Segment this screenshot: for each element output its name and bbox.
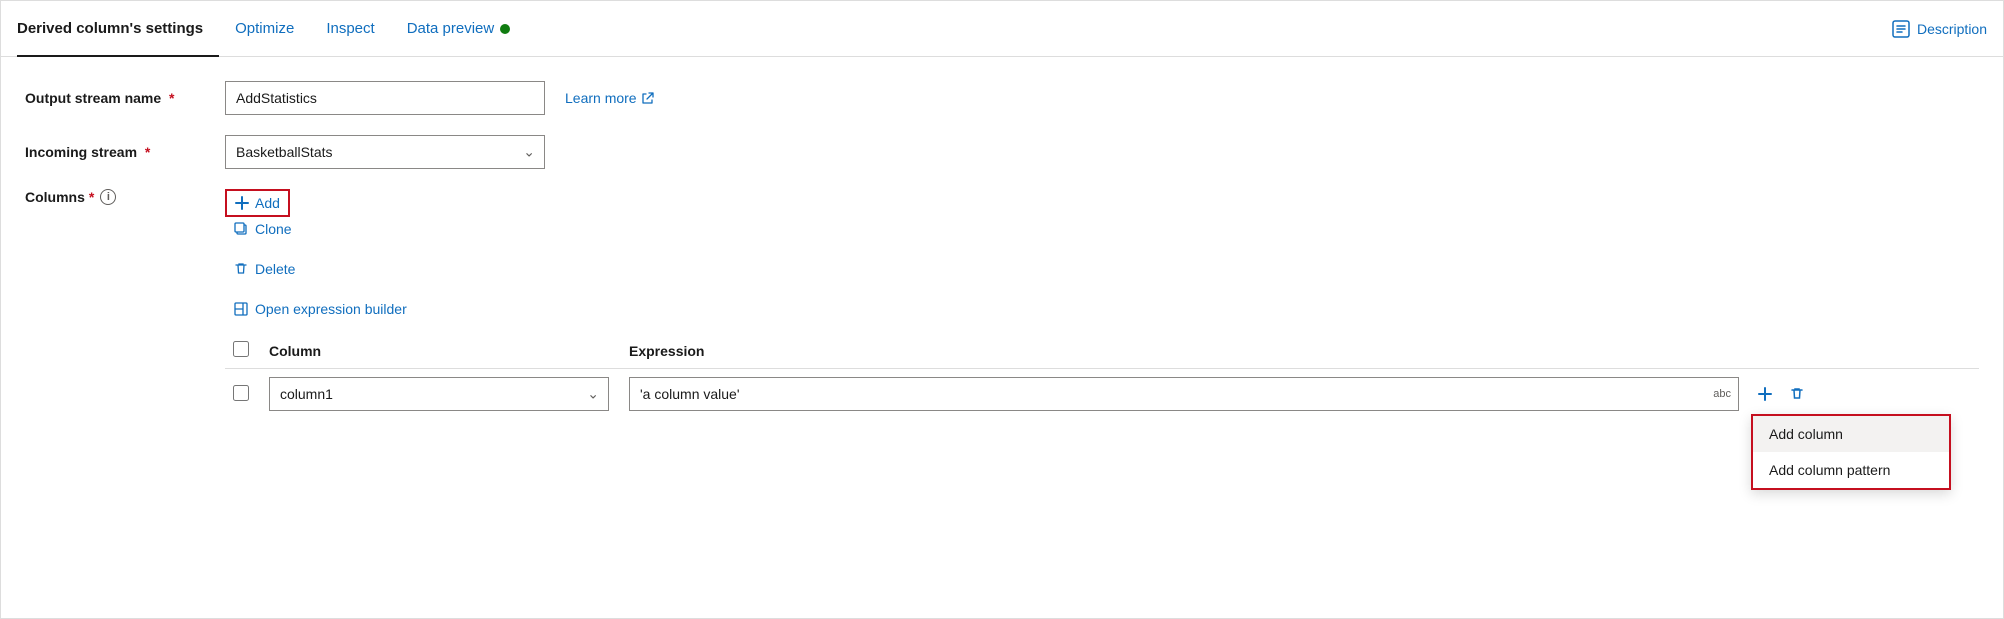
add-icon (235, 196, 249, 210)
output-stream-label: Output stream name * (25, 90, 225, 106)
columns-content: Add Clone (225, 189, 1979, 419)
header-column: Column (261, 333, 621, 369)
header-checkbox-cell (225, 333, 261, 369)
main-content: Output stream name * Learn more Incoming… (1, 57, 2003, 463)
clone-icon (233, 221, 249, 237)
header-expression: Expression (621, 333, 1979, 369)
row-column-cell: column1 ⌄ (261, 369, 621, 420)
columns-table: Column Expression (225, 333, 1979, 419)
tab-settings[interactable]: Derived column's settings (17, 1, 219, 57)
tab-datapreview[interactable]: Data preview (391, 1, 527, 57)
row-expression-cell: abc (621, 369, 1979, 420)
tab-inspect[interactable]: Inspect (310, 1, 390, 57)
add-button[interactable]: Add (227, 191, 288, 215)
toolbar-area: Add Clone (225, 189, 1979, 321)
row-add-button[interactable] (1751, 382, 1779, 406)
table-row: column1 ⌄ abc (225, 369, 1979, 420)
incoming-stream-select[interactable]: BasketballStats (225, 135, 545, 169)
expression-input-wrapper: abc (629, 377, 1739, 411)
columns-label: Columns * i (25, 189, 225, 205)
expression-cell: abc (629, 377, 1971, 411)
add-column-pattern-option[interactable]: Add column pattern (1753, 452, 1949, 488)
incoming-stream-label: Incoming stream * (25, 144, 225, 160)
row-actions: Add column Add column pattern (1751, 382, 1971, 406)
tab-optimize-label: Optimize (235, 20, 294, 37)
delete-button[interactable]: Delete (225, 257, 303, 281)
incoming-stream-row: Incoming stream * BasketballStats ⌄ (25, 135, 1979, 169)
app-container: Derived column's settings Optimize Inspe… (0, 0, 2004, 619)
tab-inspect-label: Inspect (326, 20, 374, 37)
columns-info-icon[interactable]: i (100, 189, 116, 205)
learn-more-link[interactable]: Learn more (565, 90, 655, 106)
row-delete-icon (1789, 386, 1805, 402)
row-add-icon (1757, 386, 1773, 402)
column-name-select[interactable]: column1 (269, 377, 609, 411)
select-all-checkbox[interactable] (233, 341, 249, 357)
description-button[interactable]: Description (1891, 19, 1987, 39)
description-icon (1891, 19, 1911, 39)
tab-datapreview-label: Data preview (407, 20, 495, 37)
toolbar: Add (225, 189, 290, 217)
row-delete-button[interactable] (1783, 382, 1811, 406)
expression-input[interactable] (629, 377, 1739, 411)
row-actions-dropdown: Add column Add column pattern (1751, 414, 1951, 490)
column-select-wrapper: column1 ⌄ (269, 377, 609, 411)
row-checkbox[interactable] (233, 385, 249, 401)
external-link-icon (641, 91, 655, 105)
output-stream-row: Output stream name * Learn more (25, 81, 1979, 115)
data-preview-dot (500, 24, 510, 34)
table-header-row: Column Expression (225, 333, 1979, 369)
row-checkbox-cell (225, 369, 261, 420)
clone-button[interactable]: Clone (225, 217, 300, 241)
expression-builder-icon (233, 301, 249, 317)
expression-builder-button[interactable]: Open expression builder (225, 297, 415, 321)
tab-bar: Derived column's settings Optimize Inspe… (1, 1, 2003, 57)
expression-type-badge: abc (1713, 388, 1731, 400)
output-stream-input[interactable] (225, 81, 545, 115)
columns-row: Columns * i Add (25, 189, 1979, 419)
tab-optimize[interactable]: Optimize (219, 1, 310, 57)
description-label: Description (1917, 21, 1987, 37)
incoming-stream-select-wrapper: BasketballStats ⌄ (225, 135, 545, 169)
tab-settings-label: Derived column's settings (17, 20, 203, 37)
add-column-option[interactable]: Add column (1753, 416, 1949, 452)
delete-icon (233, 261, 249, 277)
